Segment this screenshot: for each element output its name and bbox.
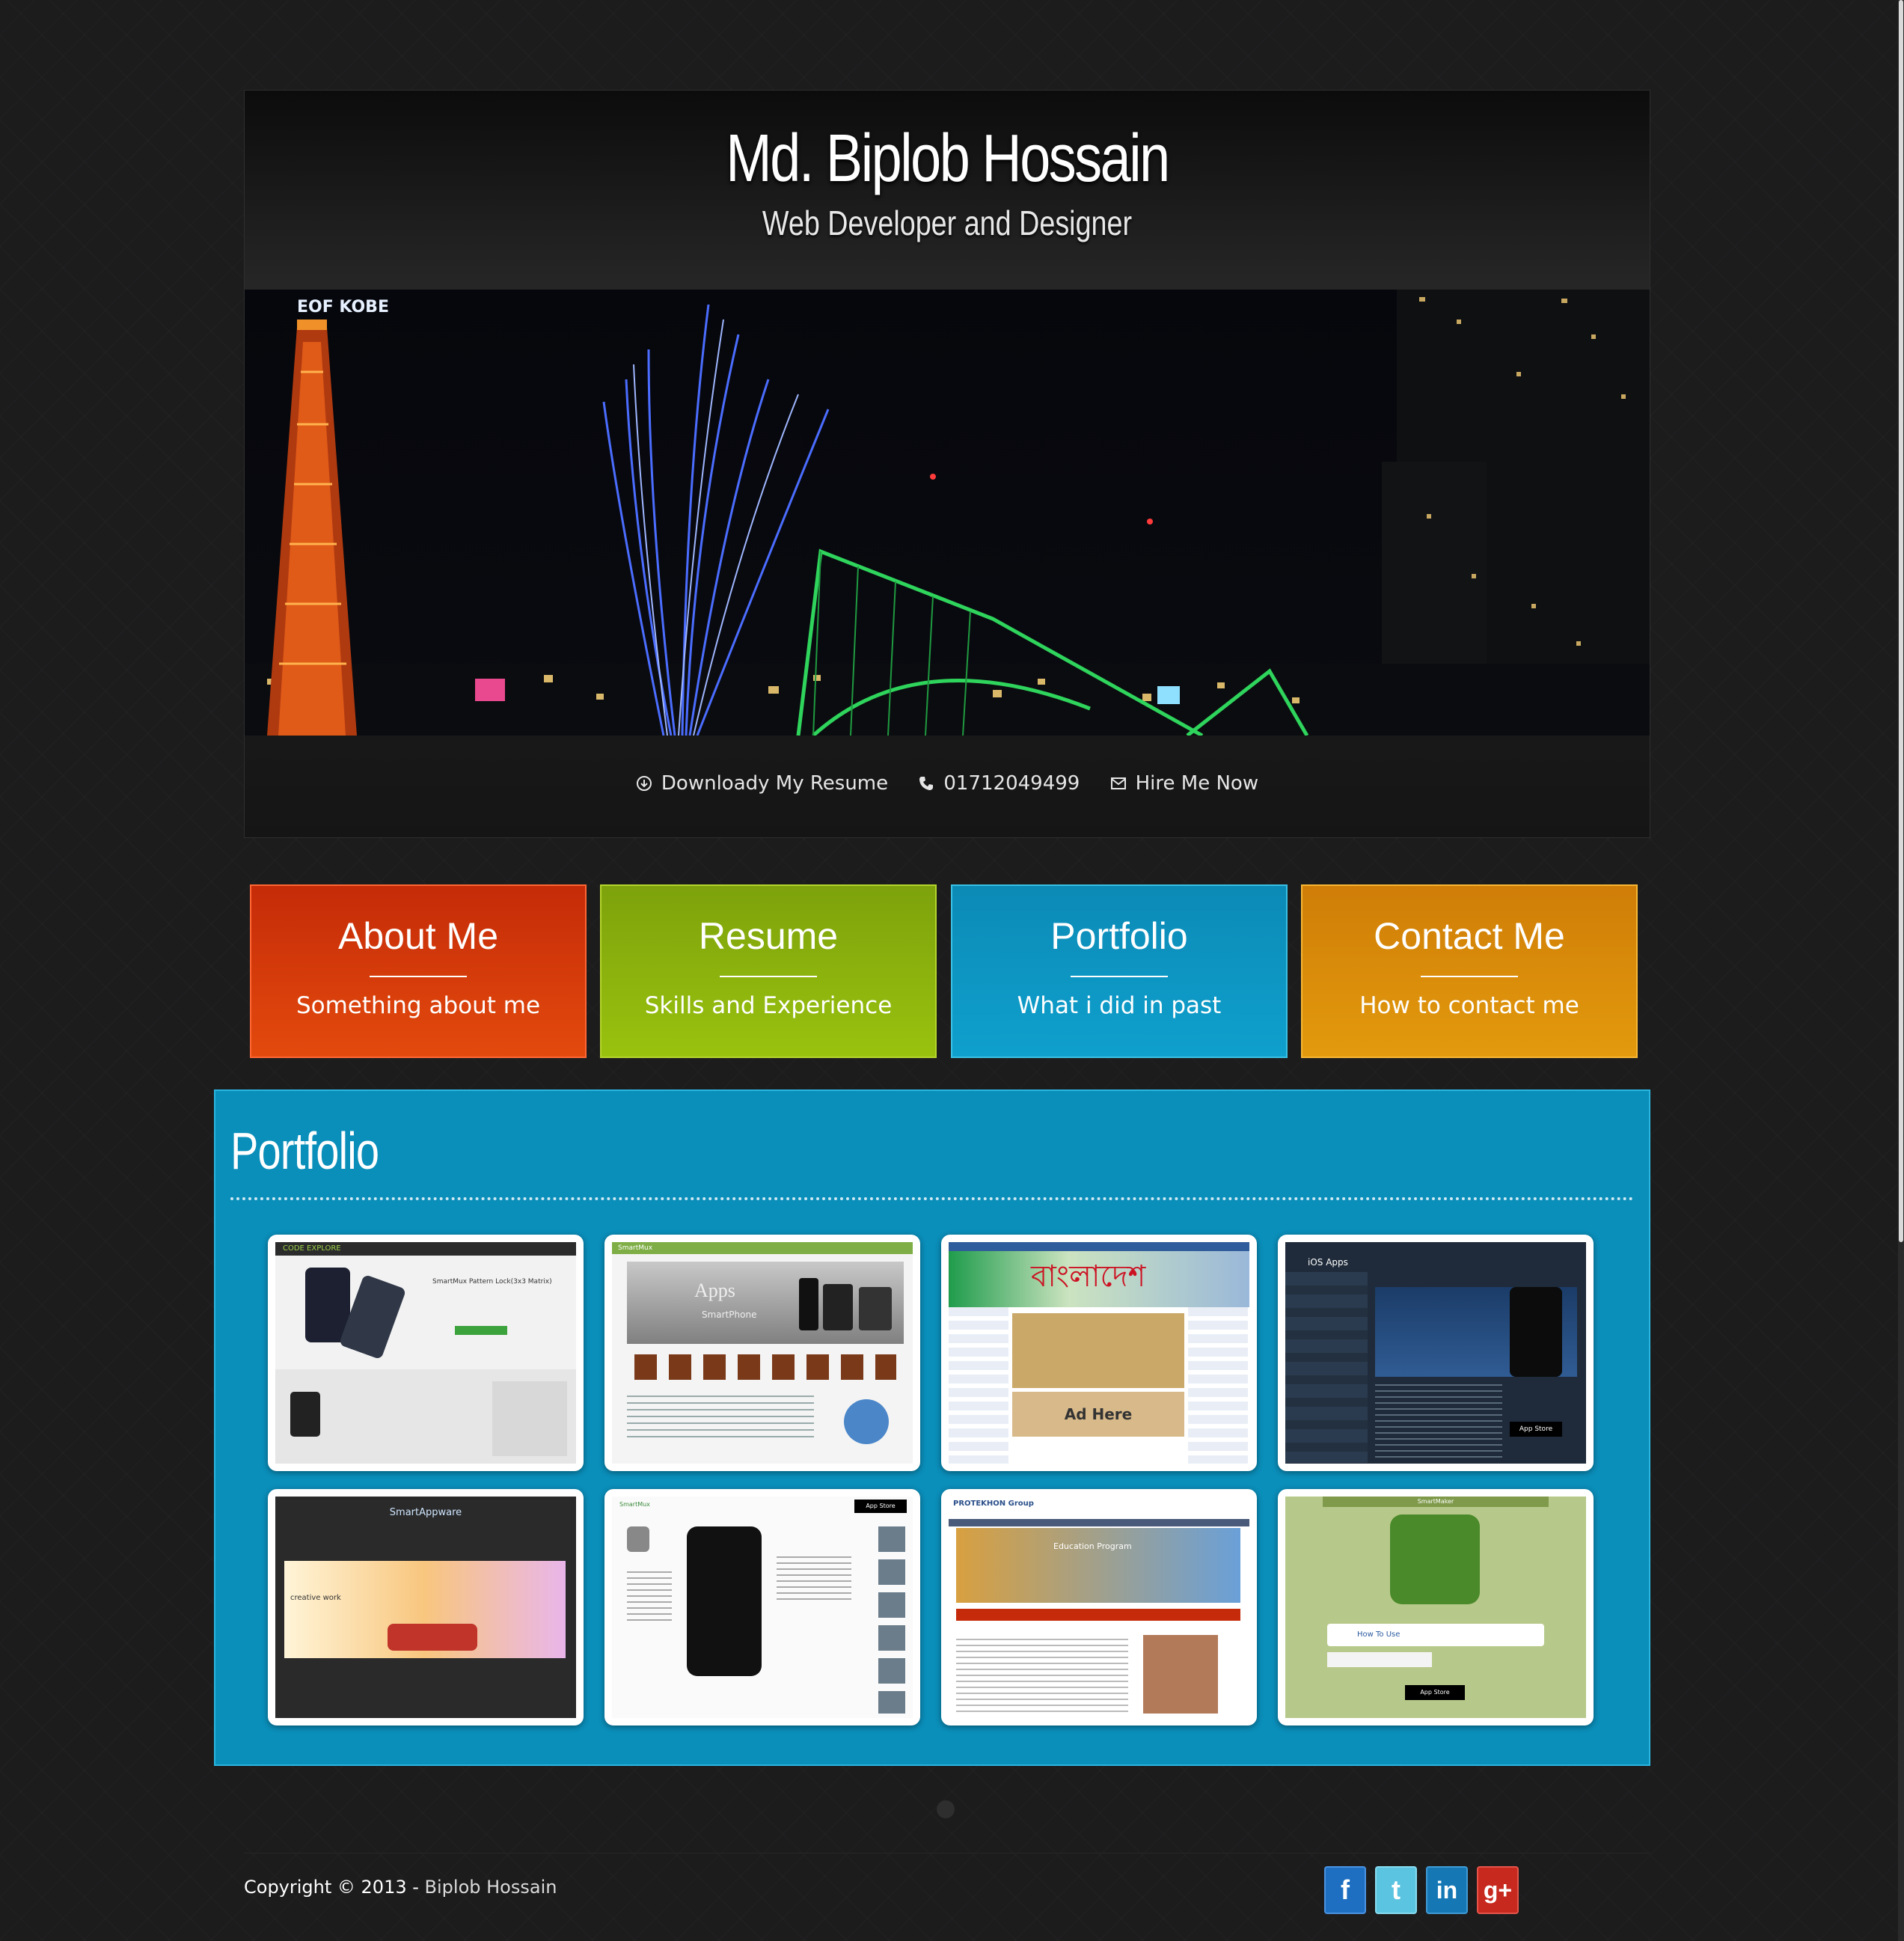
thumb-caption: App Store [854,1500,907,1513]
hire-me-link[interactable]: Hire Me Now [1110,772,1258,795]
thumb-heading: বাংলাদেশ [1031,1259,1146,1294]
phone-number: 01712049499 [918,772,1080,795]
download-circle-icon [636,776,652,791]
thumb-heading: SmartMaker [1323,1497,1549,1507]
nav-tile-contact[interactable]: Contact Me How to contact me [1301,884,1638,1058]
thumb-caption: SmartMux Pattern Lock(3x3 Matrix) [432,1278,552,1286]
portfolio-item-code-explore[interactable]: CODE EXPLORE SmartMux Pattern Lock(3x3 M… [268,1235,584,1471]
site-subtitle: Web Developer and Designer [762,204,1133,242]
tile-divider [1071,976,1168,977]
tile-subtitle: Something about me [296,992,541,1019]
copyright-author-link[interactable]: Biplob Hossain [425,1877,557,1898]
hire-me-label: Hire Me Now [1135,771,1259,795]
download-resume-label: Downloady My Resume [661,771,889,795]
scrollbar[interactable] [1898,0,1904,1941]
thumb-caption-2: SmartPhone [702,1309,757,1320]
download-resume-link[interactable]: Downloady My Resume [636,772,888,795]
thumb-heading: CODE EXPLORE [275,1242,576,1256]
svg-text:EOF KOBE: EOF KOBE [297,298,389,317]
nav-tile-resume[interactable]: Resume Skills and Experience [600,884,937,1058]
portfolio-item-ios-apps[interactable]: iOS Apps App Store [1278,1235,1594,1471]
tile-title: About Me [337,915,498,957]
google-plus-icon[interactable]: g+ [1477,1866,1519,1914]
thumb-caption: Education Program [1053,1541,1132,1551]
portfolio-divider [230,1197,1634,1200]
thumb-caption: How To Use [1327,1624,1544,1646]
thumb-caption: creative work [290,1594,341,1602]
header-panel: Md. Biplob Hossain Web Developer and Des… [244,90,1650,838]
thumb-caption-2: App Store [1405,1685,1465,1700]
thumb-heading: PROTEKHON Group [953,1500,1034,1508]
portfolio-item-shobdo-bangladesh[interactable]: বাংলাদেশ Ad Here [941,1235,1257,1471]
tile-subtitle: Skills and Experience [644,992,893,1019]
tile-title: Contact Me [1374,915,1565,957]
tile-subtitle: What i did in past [1017,992,1222,1019]
tile-divider [370,976,467,977]
thumb-heading: SmartMux [612,1242,913,1254]
thumb-heading: iOS Apps [1308,1257,1348,1268]
envelope-icon [1110,777,1126,789]
site-title: Md. Biplob Hossain [726,121,1170,196]
portfolio-item-smartappware[interactable]: SmartAppware creative work [268,1489,584,1725]
copyright-prefix: Copyright © 2013 - [244,1877,419,1898]
tile-title: Resume [698,915,839,957]
nav-tile-about[interactable]: About Me Something about me [250,884,587,1058]
thumb-caption: Ad Here [1012,1392,1184,1437]
tile-divider [1421,976,1518,977]
facebook-glyph: f [1341,1874,1350,1905]
tile-divider [720,976,817,977]
linkedin-icon[interactable]: in [1426,1866,1468,1914]
google-plus-glyph: g+ [1483,1877,1513,1904]
phone-label: 01712049499 [943,771,1080,795]
twitter-glyph: t [1392,1874,1401,1905]
scrollbar-thumb[interactable] [1899,0,1903,1242]
contact-bar: Downloady My Resume 01712049499 Hire Me … [245,771,1650,795]
copyright: Copyright © 2013 - Biplob Hossain [244,1877,557,1898]
thumb-caption: App Store [1510,1422,1562,1437]
tile-title: Portfolio [1050,915,1188,957]
thumb-heading: SmartAppware [389,1507,462,1518]
portfolio-item-protekhon-group[interactable]: PROTEKHON Group Education Program [941,1489,1257,1725]
tile-subtitle: How to contact me [1359,992,1579,1019]
twitter-icon[interactable]: t [1375,1866,1417,1914]
portfolio-item-smart-app[interactable]: SmartMux App Store [604,1489,920,1725]
portfolio-item-smartmux[interactable]: SmartMux Apps SmartPhone [604,1235,920,1471]
linkedin-glyph: in [1436,1877,1458,1904]
nav-tile-portfolio[interactable]: Portfolio What i did in past [951,884,1288,1058]
scroll-to-top-icon[interactable] [937,1800,955,1818]
portfolio-item-smartmaker[interactable]: SmartMaker How To Use App Store [1278,1489,1594,1725]
thumb-heading: SmartMux [619,1501,650,1508]
portfolio-heading: Portfolio [230,1122,379,1180]
facebook-icon[interactable]: f [1324,1866,1366,1914]
portfolio-section: Portfolio CODE EXPLORE SmartMux Pattern … [214,1089,1650,1766]
phone-icon [919,777,934,790]
header-banner-image: EOF KOBE [245,290,1650,736]
thumb-caption: Apps [694,1280,735,1301]
